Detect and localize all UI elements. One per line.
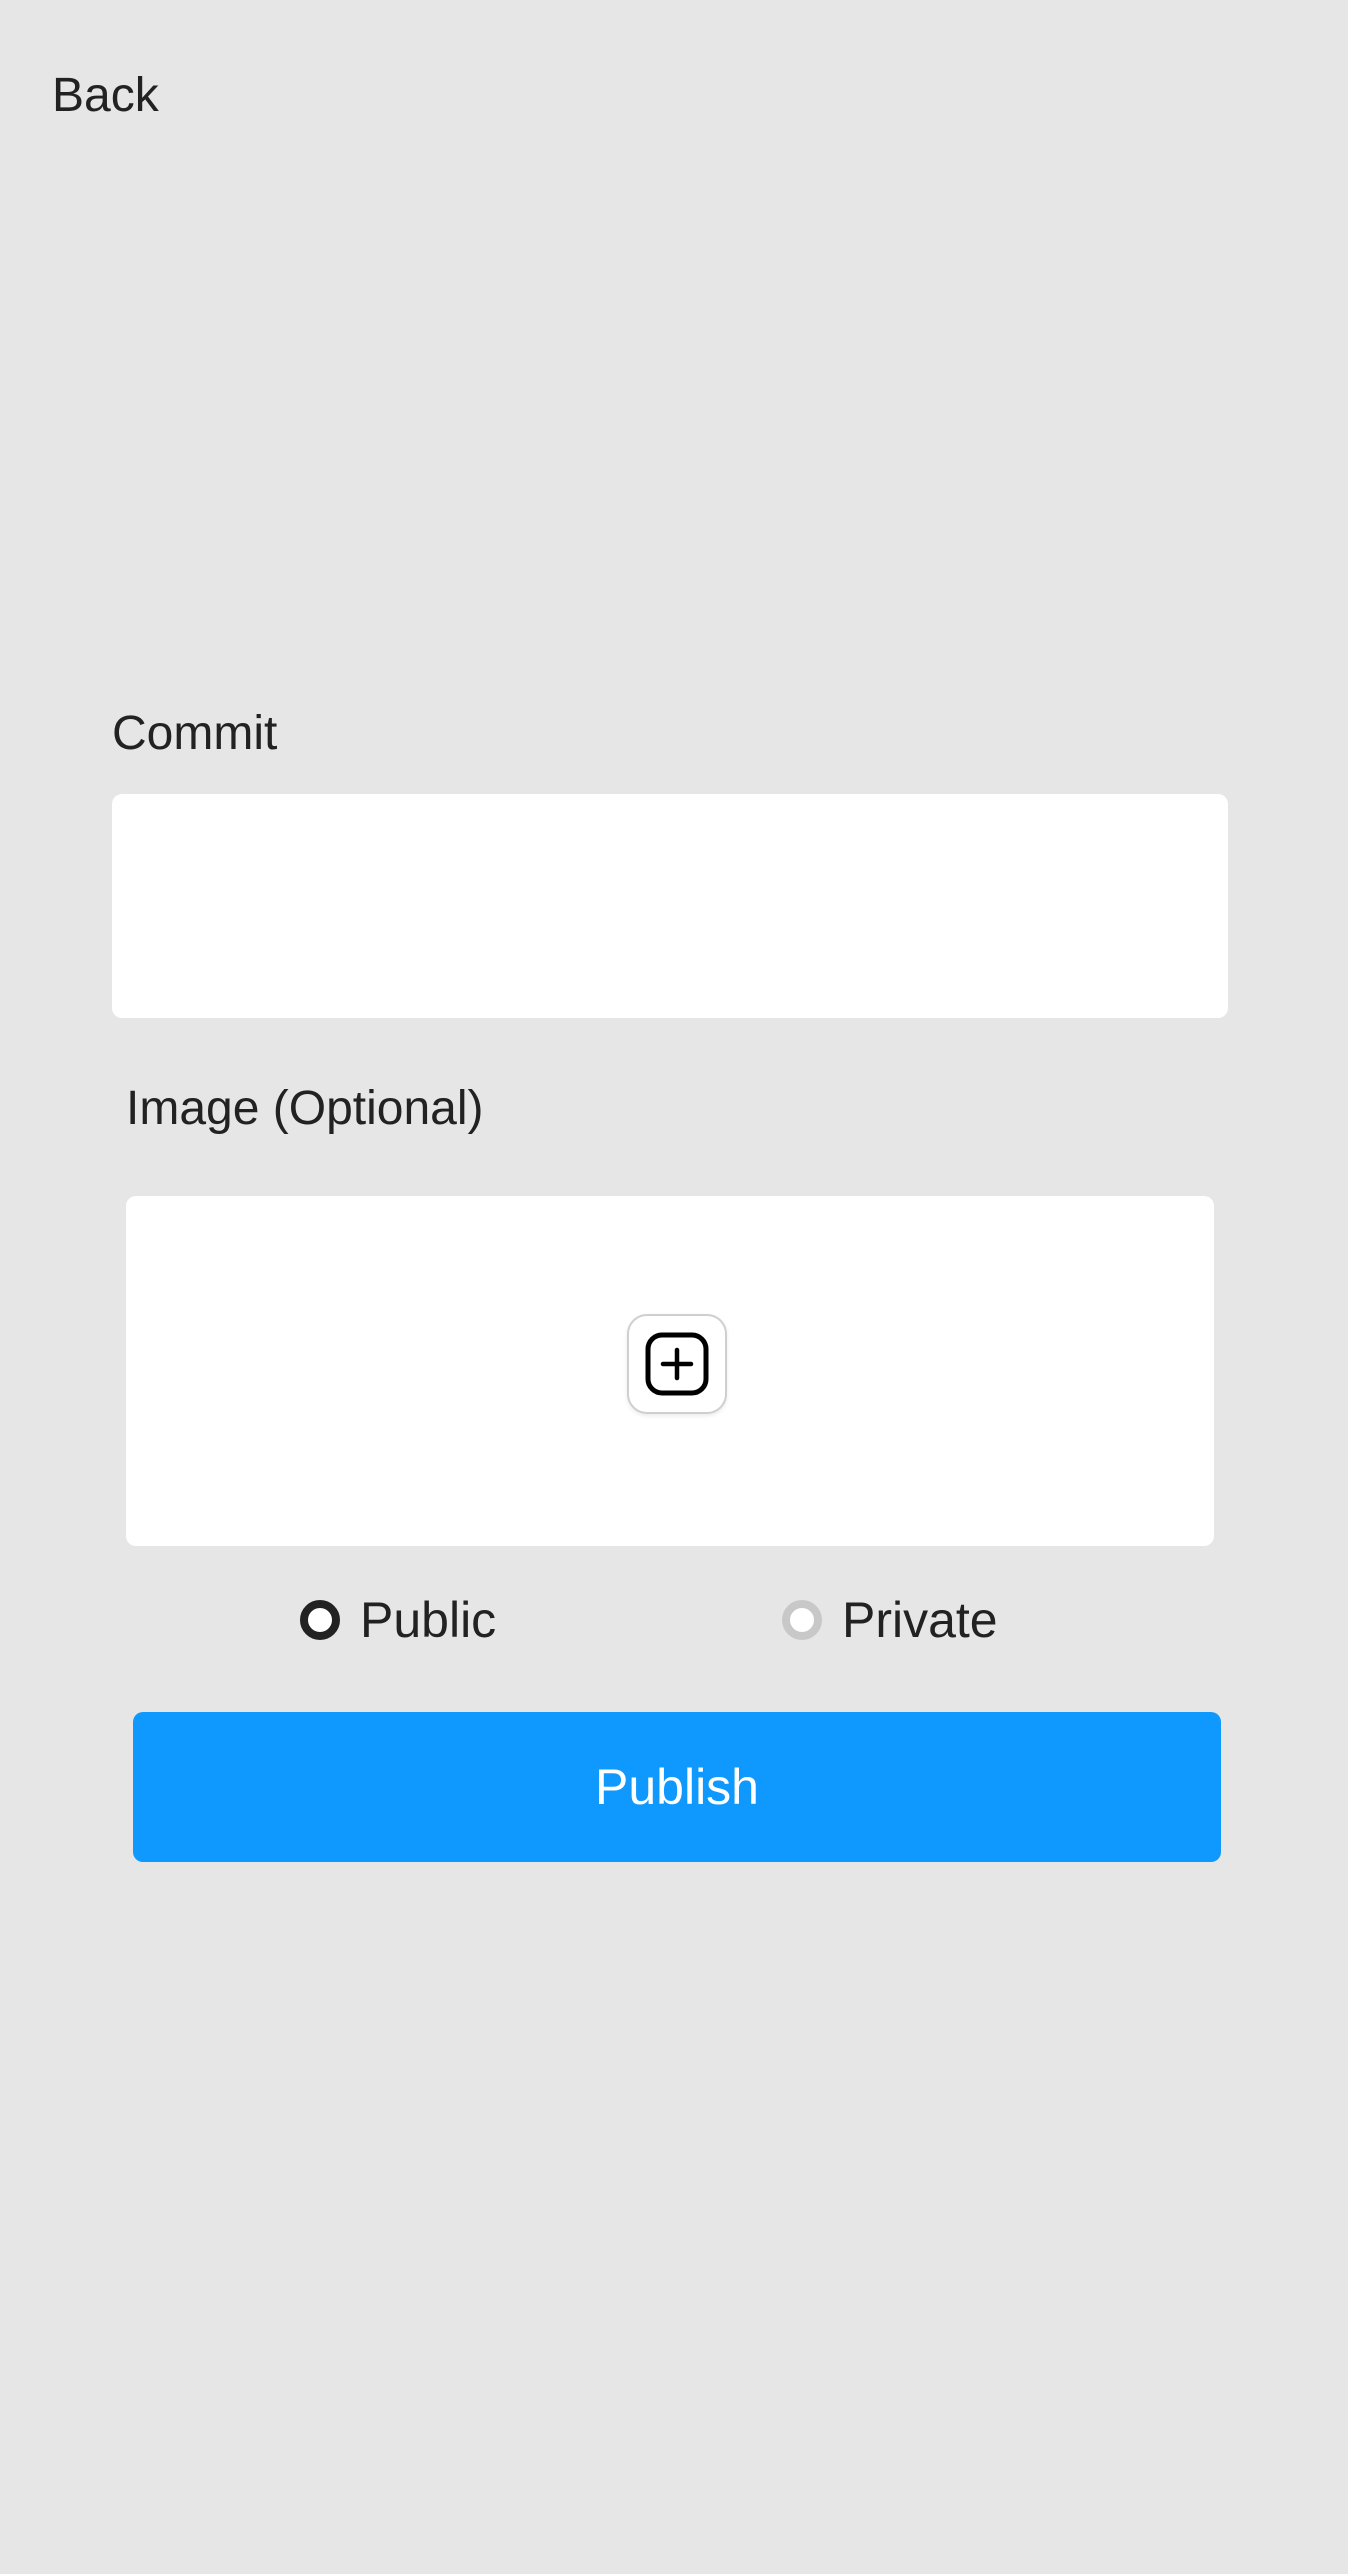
radio-private[interactable]: Private xyxy=(782,1590,998,1650)
back-button[interactable]: Back xyxy=(52,66,159,126)
radio-unselected-icon xyxy=(782,1600,822,1640)
publish-button[interactable]: Publish xyxy=(133,1712,1221,1862)
image-label: Image (Optional) xyxy=(126,1082,484,1135)
plus-square-icon xyxy=(645,1332,709,1396)
radio-private-label: Private xyxy=(842,1592,998,1648)
add-image-button[interactable] xyxy=(627,1314,727,1414)
radio-public[interactable]: Public xyxy=(300,1590,496,1650)
radio-public-label: Public xyxy=(360,1592,497,1648)
radio-selected-icon xyxy=(300,1600,340,1640)
commit-input[interactable] xyxy=(112,794,1228,1018)
commit-label: Commit xyxy=(112,707,278,760)
